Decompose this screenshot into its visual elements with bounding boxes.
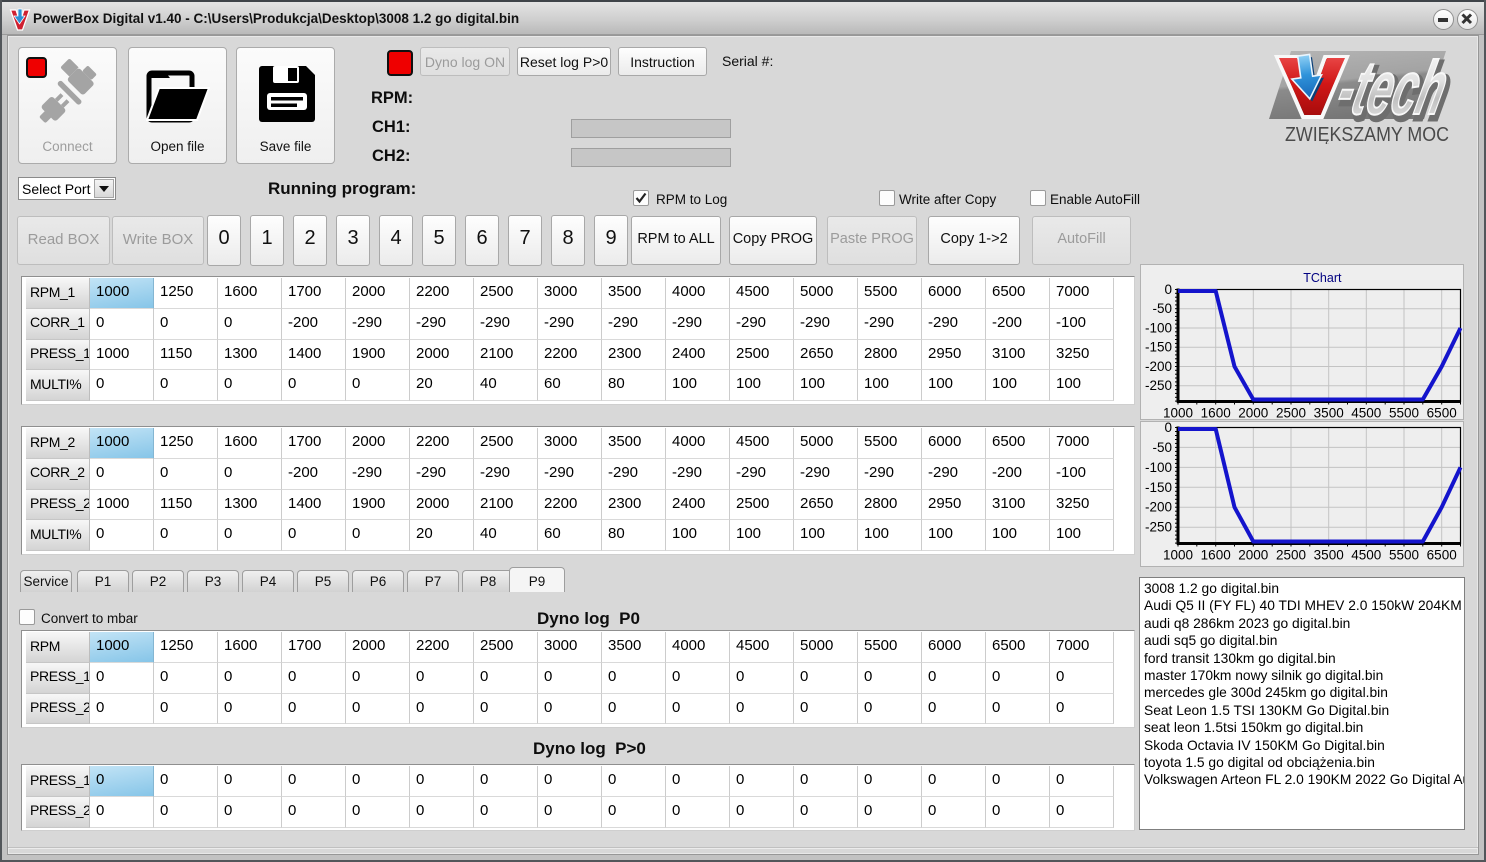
svg-text:2500: 2500 [1276,548,1306,563]
svg-text:-200: -200 [1145,359,1172,374]
svg-text:1000: 1000 [1163,548,1193,563]
svg-text:1000: 1000 [1163,406,1193,421]
svg-text:-150: -150 [1145,480,1172,495]
svg-text:4500: 4500 [1351,406,1381,421]
svg-text:3500: 3500 [1314,548,1344,563]
svg-text:-100: -100 [1145,321,1172,336]
svg-text:4500: 4500 [1351,548,1381,563]
svg-text:2000: 2000 [1238,406,1268,421]
svg-text:6500: 6500 [1427,548,1457,563]
svg-text:5500: 5500 [1389,406,1419,421]
svg-text:1600: 1600 [1201,548,1231,563]
svg-text:-200: -200 [1145,500,1172,515]
svg-text:-150: -150 [1145,340,1172,355]
svg-text:-100: -100 [1145,460,1172,475]
svg-text:2000: 2000 [1238,548,1268,563]
svg-text:1600: 1600 [1201,406,1231,421]
svg-text:-250: -250 [1145,520,1172,535]
svg-text:-50: -50 [1152,301,1172,316]
svg-text:6500: 6500 [1427,406,1457,421]
svg-text:2500: 2500 [1276,406,1306,421]
svg-text:-50: -50 [1152,440,1172,455]
svg-text:-250: -250 [1145,378,1172,393]
svg-text:TChart: TChart [1303,271,1342,285]
svg-text:-tech: -tech [1330,46,1456,131]
svg-text:5500: 5500 [1389,548,1419,563]
svg-text:0: 0 [1164,282,1172,297]
svg-text:3500: 3500 [1314,406,1344,421]
svg-text:ZWIĘKSZAMY MOC: ZWIĘKSZAMY MOC [1285,124,1449,144]
svg-text:0: 0 [1164,422,1172,435]
